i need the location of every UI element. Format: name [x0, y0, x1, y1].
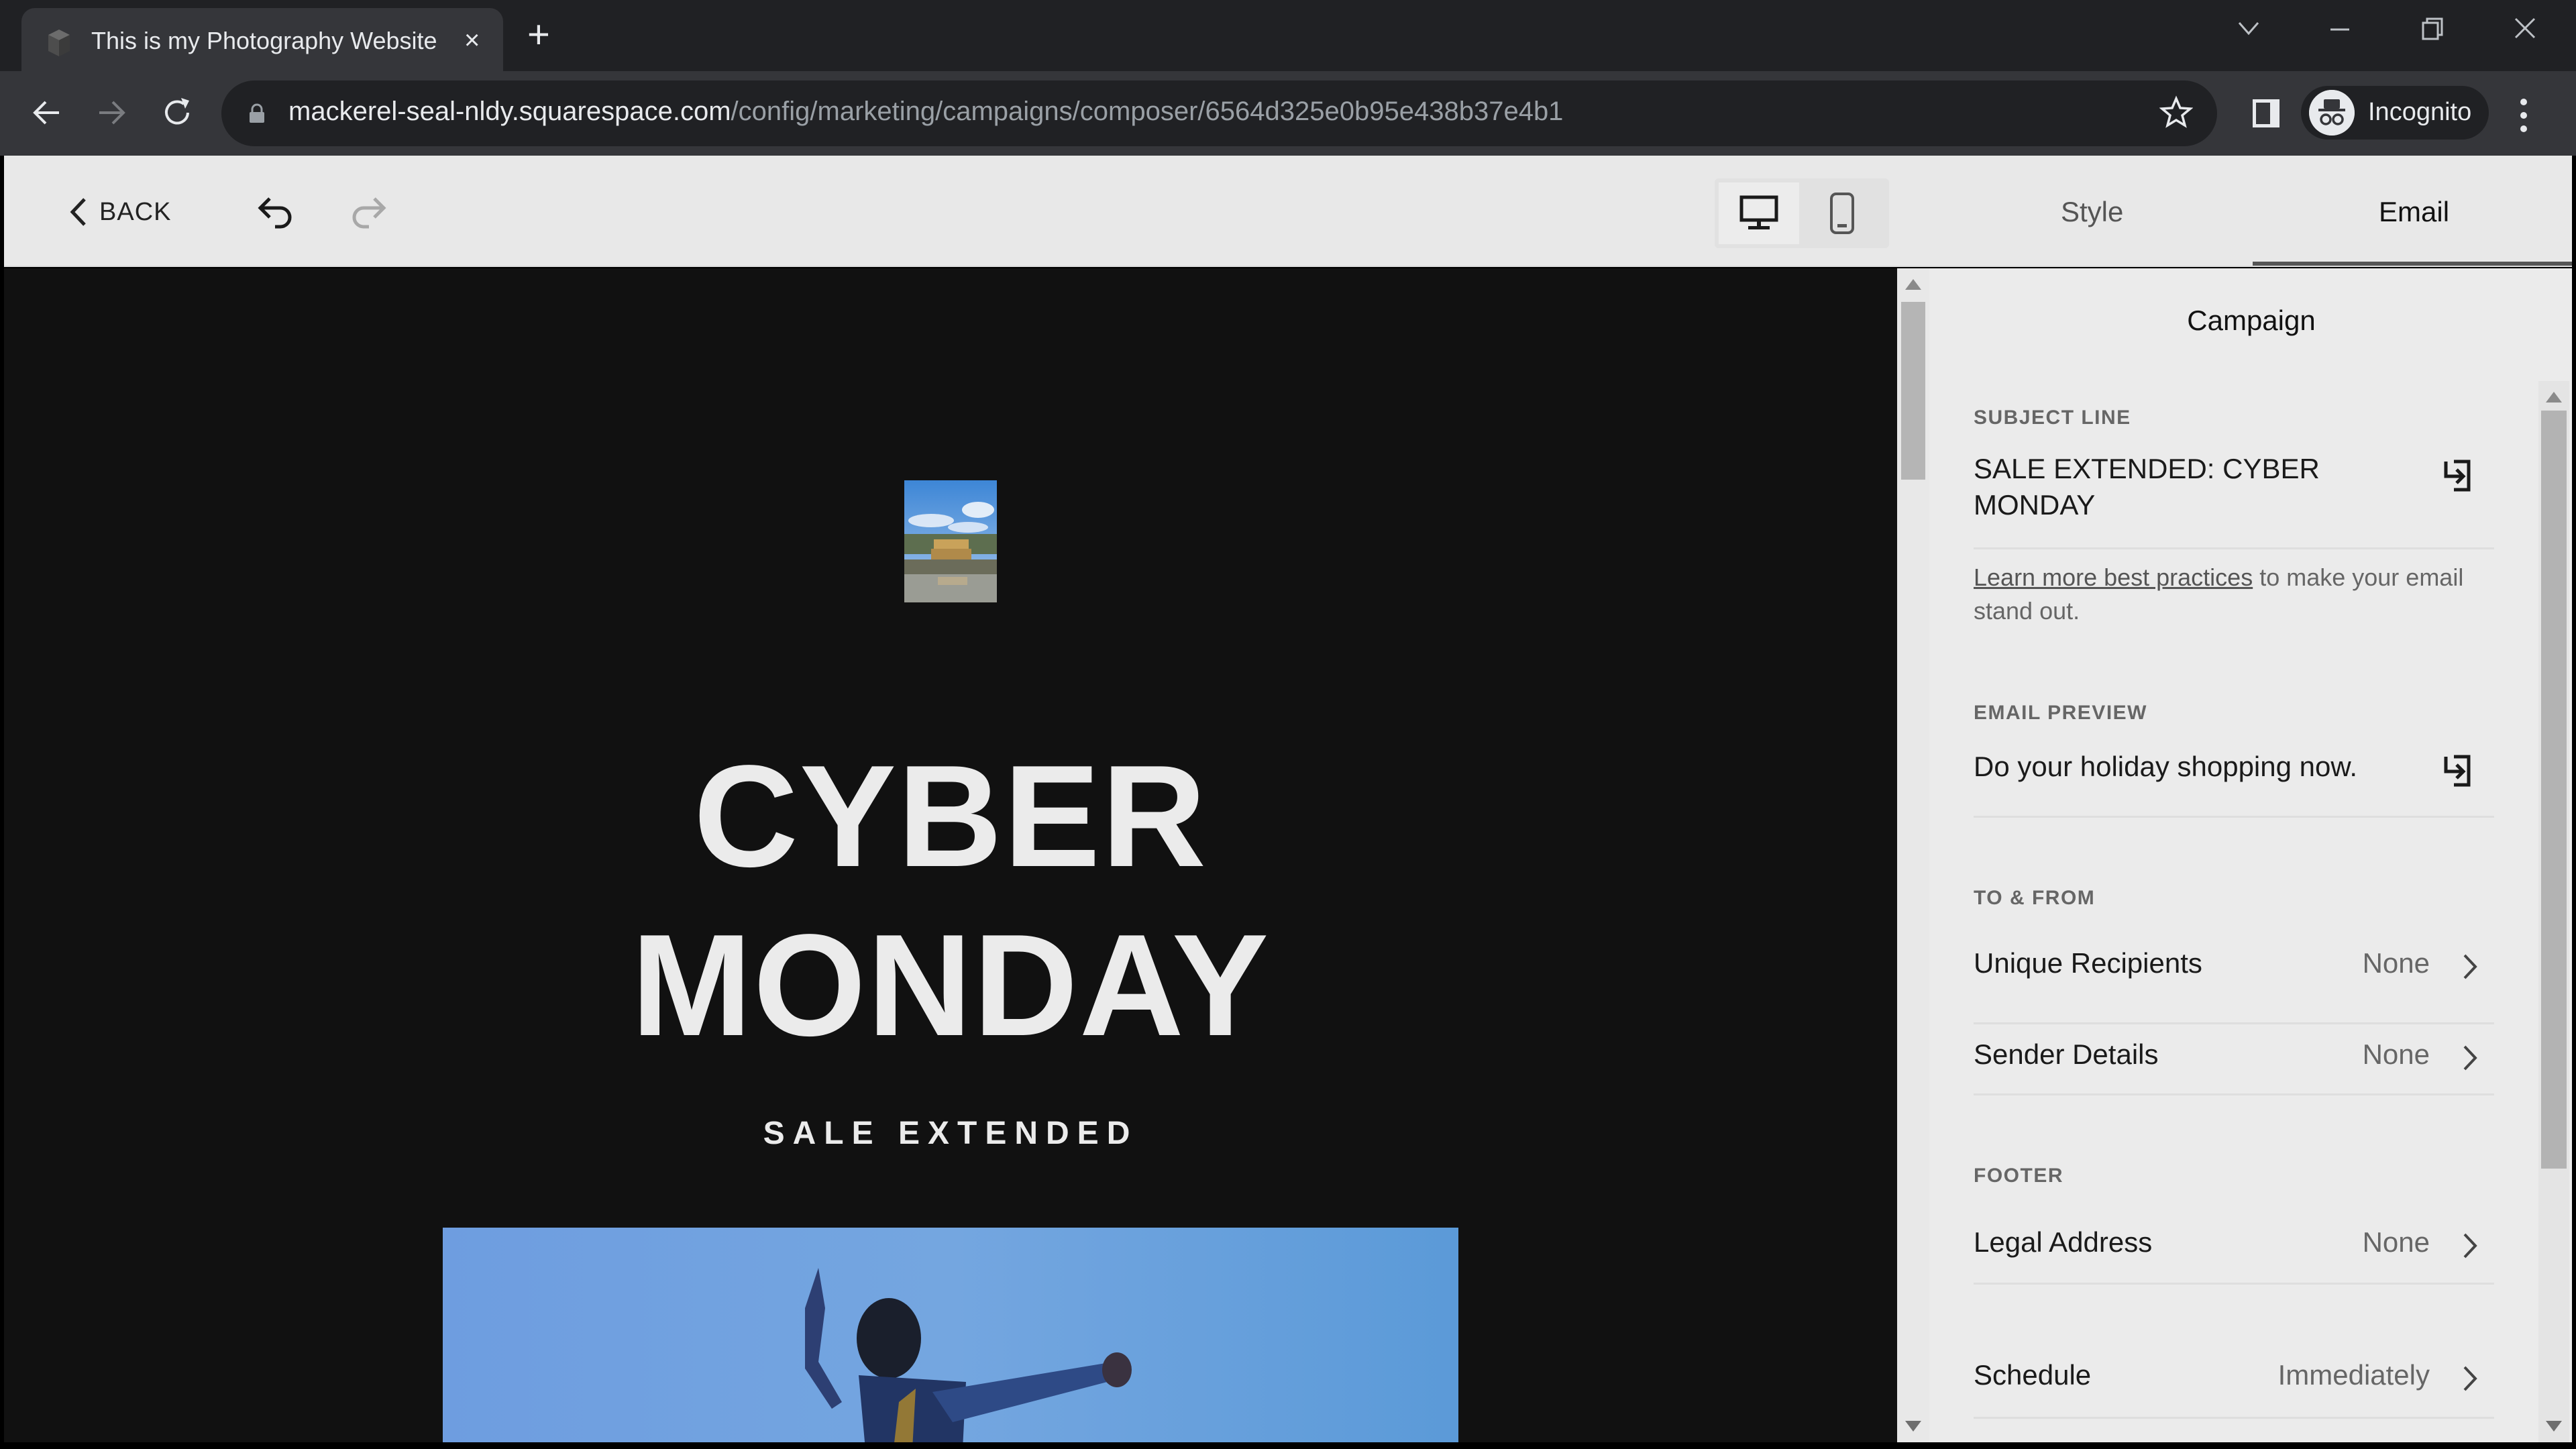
- panel-scroll-thumb[interactable]: [2541, 411, 2567, 1169]
- panel-scrollbar[interactable]: [2538, 381, 2569, 1442]
- headline-line-2[interactable]: MONDAY: [4, 912, 1897, 1057]
- lock-icon: [250, 103, 264, 123]
- device-toggle: [1715, 178, 1889, 248]
- desktop-view-button[interactable]: [1719, 182, 1799, 244]
- back-button[interactable]: BACK: [67, 193, 171, 231]
- preview-scroll-thumb[interactable]: [1901, 302, 1925, 480]
- incognito-icon: [2309, 90, 2355, 136]
- subject-line-label: SUBJECT LINE: [1974, 407, 2131, 429]
- learn-more-link[interactable]: Learn more best practices: [1974, 564, 2253, 591]
- tab-close-icon[interactable]: ×: [464, 24, 480, 56]
- scroll-down-arrow-icon[interactable]: [2546, 1421, 2562, 1432]
- email-preview-value[interactable]: Do your holiday shopping now.: [1974, 749, 2357, 785]
- row-value: None: [2362, 1226, 2430, 1258]
- restore-icon[interactable]: [2419, 15, 2446, 50]
- divider: [1974, 547, 2494, 549]
- url-path: /config/marketing/campaigns/composer/656…: [731, 97, 1564, 126]
- new-tab-button[interactable]: +: [527, 15, 550, 55]
- tab-style[interactable]: Style: [2061, 196, 2123, 228]
- preview-scrollbar[interactable]: [1897, 268, 1929, 1442]
- email-preview-canvas[interactable]: CYBER MONDAY SALE EXTENDED: [4, 268, 1897, 1442]
- best-practices-help: Learn more best practices to make your e…: [1974, 561, 2504, 628]
- tab-title: This is my Photography Website: [91, 27, 437, 54]
- row-value: Immediately: [2277, 1359, 2430, 1391]
- panel-title: Campaign: [2187, 305, 2316, 336]
- row-label: Legal Address: [1974, 1226, 2153, 1258]
- incognito-profile-button[interactable]: Incognito: [2301, 86, 2489, 140]
- logo-image[interactable]: [904, 480, 997, 602]
- edit-subject-icon[interactable]: [2440, 459, 2474, 492]
- window-close-icon[interactable]: [2512, 15, 2538, 50]
- scroll-down-arrow-icon[interactable]: [1905, 1421, 1921, 1432]
- bookmark-star-icon[interactable]: [2159, 95, 2194, 136]
- browser-menu-icon[interactable]: [2517, 95, 2530, 136]
- browser-tab[interactable]: This is my Photography Website ×: [21, 8, 503, 71]
- row-label: Sender Details: [1974, 1038, 2159, 1070]
- tab-email[interactable]: Email: [2379, 196, 2449, 228]
- divider: [1974, 816, 2494, 818]
- divider: [1974, 1022, 2494, 1024]
- divider: [1974, 1283, 2494, 1285]
- unique-recipients-row[interactable]: Unique Recipients None: [1974, 939, 2494, 993]
- side-panel-icon[interactable]: [2253, 99, 2279, 127]
- address-bar[interactable]: mackerel-seal-nldy.squarespace.com/confi…: [221, 80, 2217, 146]
- chevron-right-icon: [2463, 1366, 2477, 1391]
- browser-toolbar: mackerel-seal-nldy.squarespace.com/confi…: [0, 71, 2576, 156]
- scroll-up-arrow-icon[interactable]: [2546, 392, 2562, 402]
- footer-label: FOOTER: [1974, 1165, 2063, 1187]
- row-value: None: [2362, 1038, 2430, 1070]
- back-label: BACK: [99, 197, 172, 226]
- site-favicon-icon: [48, 30, 70, 56]
- mobile-phone-icon: [1830, 193, 1854, 234]
- minimize-icon[interactable]: [2326, 15, 2353, 50]
- composer-header: BACK Style Email: [4, 156, 2572, 267]
- incognito-label: Incognito: [2368, 98, 2472, 126]
- desktop-icon: [1739, 195, 1778, 229]
- chevron-right-icon: [2463, 1045, 2477, 1071]
- legal-address-row[interactable]: Legal Address None: [1974, 1218, 2494, 1272]
- tab-search-icon[interactable]: [2235, 15, 2262, 50]
- active-tab-indicator: [2253, 262, 2572, 266]
- subheadline[interactable]: SALE EXTENDED: [4, 1115, 1897, 1152]
- divider: [1974, 1417, 2494, 1419]
- edit-preview-icon[interactable]: [2440, 754, 2474, 788]
- undo-icon[interactable]: [254, 189, 301, 236]
- subject-line-value[interactable]: SALE EXTENDED: CYBER MONDAY: [1974, 451, 2443, 523]
- chevron-right-icon: [2463, 1233, 2477, 1258]
- forward-nav-icon[interactable]: [91, 93, 131, 133]
- row-value: None: [2362, 947, 2430, 979]
- chevron-right-icon: [2463, 954, 2477, 979]
- chevron-left-icon: [70, 198, 86, 226]
- url-text[interactable]: mackerel-seal-nldy.squarespace.com/confi…: [288, 97, 1563, 127]
- hero-image[interactable]: [443, 1228, 1458, 1442]
- row-label: Unique Recipients: [1974, 947, 2202, 979]
- sender-details-row[interactable]: Sender Details None: [1974, 1030, 2494, 1084]
- divider: [1974, 1093, 2494, 1095]
- reload-icon[interactable]: [157, 93, 197, 133]
- email-preview-label: EMAIL PREVIEW: [1974, 702, 2147, 724]
- scroll-up-arrow-icon[interactable]: [1905, 279, 1921, 290]
- browser-tabstrip: This is my Photography Website × +: [0, 0, 2576, 71]
- campaign-settings-panel: Campaign SUBJECT LINE SALE EXTENDED: CYB…: [1929, 268, 2572, 1442]
- url-host: mackerel-seal-nldy.squarespace.com: [288, 97, 731, 126]
- schedule-row[interactable]: Schedule Immediately: [1974, 1351, 2494, 1405]
- back-nav-icon[interactable]: [27, 93, 67, 133]
- headline-line-1[interactable]: CYBER: [4, 743, 1897, 888]
- row-label: Schedule: [1974, 1359, 2092, 1391]
- to-from-label: TO & FROM: [1974, 887, 2096, 909]
- redo-icon[interactable]: [343, 189, 390, 236]
- mobile-view-button[interactable]: [1802, 182, 1882, 244]
